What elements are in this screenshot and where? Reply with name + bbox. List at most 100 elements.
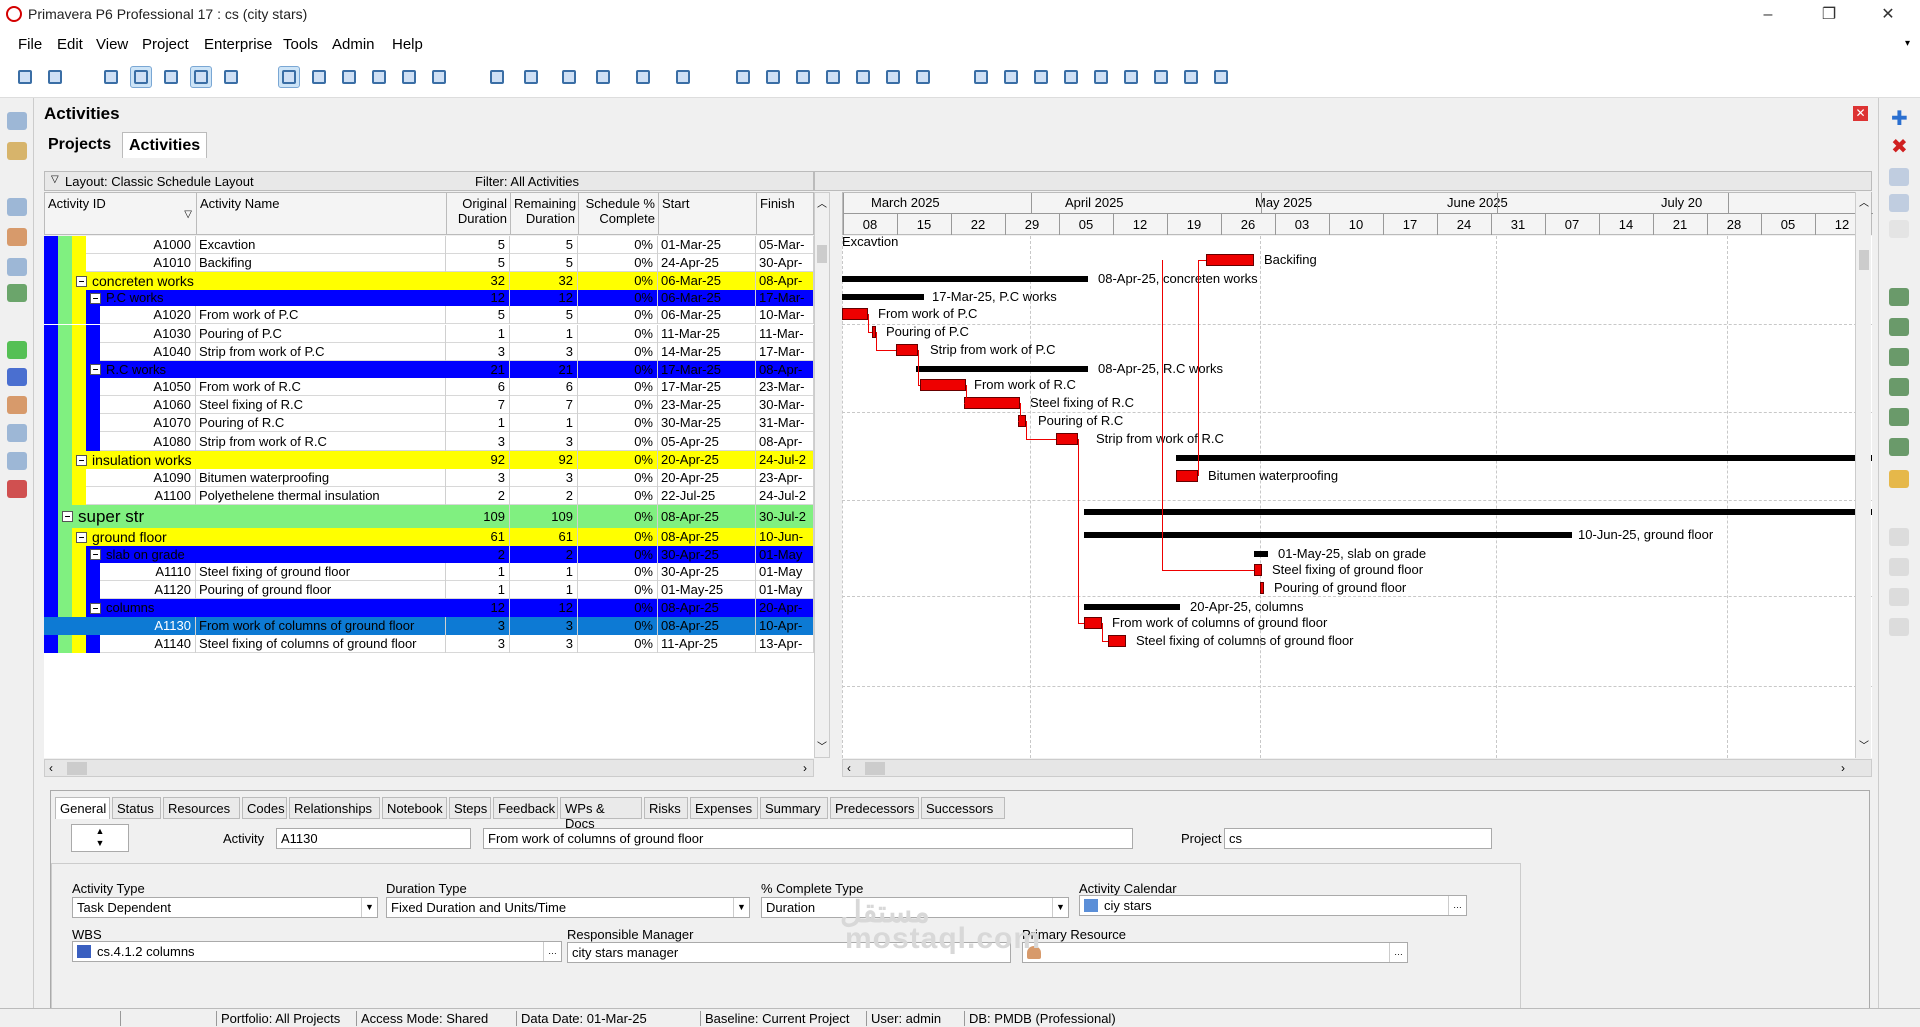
layout-name[interactable]: Layout: Classic Schedule Layout bbox=[65, 174, 254, 189]
filter-icon[interactable] bbox=[592, 66, 614, 88]
timescale-icon[interactable] bbox=[632, 66, 654, 88]
duration-type-select[interactable]: Fixed Duration and Units/Time ▼ bbox=[386, 897, 750, 918]
sidebar-chart-icon[interactable] bbox=[7, 284, 27, 302]
assign-resource-icon[interactable] bbox=[1889, 288, 1909, 306]
sidebar-tracking-icon[interactable] bbox=[7, 198, 27, 216]
col-activity-name[interactable]: Activity Name bbox=[197, 193, 447, 235]
hash-icon[interactable] bbox=[672, 66, 694, 88]
activity-row[interactable]: A1120 Pouring of ground floor 1 1 0% 01-May-2… bbox=[44, 581, 814, 599]
tab-activities[interactable]: Activities bbox=[122, 132, 208, 158]
sidebar-docs-icon[interactable] bbox=[7, 424, 27, 442]
group-sort-icon[interactable] bbox=[486, 66, 508, 88]
resource-profile-icon[interactable] bbox=[338, 66, 360, 88]
close-window-icon[interactable]: ✕ bbox=[1873, 4, 1903, 26]
activity-details-icon[interactable] bbox=[278, 66, 300, 88]
wbs-field[interactable]: cs.4.1.2 columns… bbox=[72, 941, 562, 962]
notebook-icon[interactable] bbox=[1889, 470, 1909, 488]
move-right-icon[interactable] bbox=[1889, 618, 1909, 636]
menu-help[interactable]: Help bbox=[392, 36, 423, 53]
col-original-duration[interactable]: Original Duration bbox=[447, 193, 511, 235]
summary-bar[interactable] bbox=[1254, 551, 1268, 557]
activity-row[interactable]: A1110 Steel fixing of ground floor 1 1 0% 30-… bbox=[44, 563, 814, 581]
detail-tab-resources[interactable]: Resources bbox=[163, 797, 240, 819]
detail-tab-codes[interactable]: Codes bbox=[242, 797, 287, 819]
activity-row[interactable]: A1140 Steel fixing of columns of ground f… bbox=[44, 635, 814, 653]
collapse-icon[interactable]: – bbox=[76, 531, 87, 543]
activity-row[interactable]: A1130 From work of columns of ground floo… bbox=[44, 617, 814, 635]
gantt-horizontal-scrollbar[interactable]: ‹ › bbox=[842, 759, 1872, 777]
grid-horizontal-scrollbar[interactable]: ‹ › bbox=[44, 759, 814, 777]
activity-bar[interactable] bbox=[1206, 254, 1254, 266]
assignments-icon[interactable] bbox=[368, 66, 390, 88]
assign-role-icon[interactable] bbox=[1889, 318, 1909, 336]
move-left-icon[interactable] bbox=[1889, 588, 1909, 606]
collapse-icon[interactable]: – bbox=[90, 602, 101, 614]
summary-bar[interactable] bbox=[1084, 532, 1572, 538]
browse-icon[interactable]: … bbox=[543, 942, 561, 961]
recalculate-icon[interactable] bbox=[912, 66, 934, 88]
grid-vertical-scrollbar[interactable]: ︿ ﹀ bbox=[814, 192, 830, 758]
activity-bar[interactable] bbox=[1254, 564, 1262, 576]
comment-icon[interactable] bbox=[1150, 66, 1172, 88]
summary-bar[interactable] bbox=[842, 276, 1088, 282]
activity-row[interactable]: A1080 Strip from work of R.C 3 3 0% 05-Apr-25… bbox=[44, 432, 814, 451]
summary-bar[interactable] bbox=[1084, 604, 1180, 610]
collapse-icon[interactable]: – bbox=[62, 511, 73, 522]
activity-bar[interactable] bbox=[1084, 617, 1102, 629]
collapse-icon[interactable]: – bbox=[76, 275, 87, 287]
col-activity-id[interactable]: Activity ID ▽ bbox=[45, 193, 197, 235]
apply-actuals-icon[interactable] bbox=[792, 66, 814, 88]
activity-row[interactable]: A1090 Bitumen waterproofing 3 3 0% 20-Apr-25 2… bbox=[44, 469, 814, 487]
activity-row[interactable]: A1030 Pouring of P.C 1 1 0% 11-Mar-25 11-Mar- bbox=[44, 325, 814, 343]
menu-enterprise[interactable]: Enterprise bbox=[204, 36, 272, 53]
wbs-row[interactable]: – slab on grade 2 2 0% 30-Apr-25 01-May bbox=[44, 546, 814, 563]
activity-bar[interactable] bbox=[842, 308, 868, 320]
histogram-icon[interactable] bbox=[398, 66, 420, 88]
split-view-icon[interactable] bbox=[1060, 66, 1082, 88]
activity-bar[interactable] bbox=[1260, 582, 1264, 594]
activity-name-field[interactable]: From work of columns of ground floor bbox=[483, 828, 1133, 849]
chevron-down-icon[interactable]: ▼ bbox=[361, 898, 377, 917]
sidebar-users-icon[interactable] bbox=[7, 396, 27, 414]
collapse-icon[interactable]: – bbox=[76, 454, 87, 466]
paste-icon[interactable] bbox=[1889, 220, 1909, 238]
activity-bar[interactable] bbox=[920, 379, 966, 391]
wbs-row[interactable]: – insulation works 92 92 0% 20-Apr-25 24-Jul-2 bbox=[44, 451, 814, 469]
collapse-icon[interactable]: – bbox=[90, 292, 101, 304]
wbs-row[interactable]: – P.C works 12 12 0% 06-Mar-25 17-Mar- bbox=[44, 290, 814, 306]
detail-tab-status[interactable]: Status bbox=[112, 797, 161, 819]
sort-icon[interactable]: ▽ bbox=[184, 207, 192, 222]
print-preview-icon[interactable] bbox=[44, 66, 66, 88]
activity-bar[interactable] bbox=[896, 344, 918, 356]
detail-tab-successors[interactable]: Successors bbox=[921, 797, 1005, 819]
menu-view[interactable]: View bbox=[96, 36, 128, 53]
network-icon[interactable] bbox=[160, 66, 182, 88]
menu-overflow-icon[interactable]: ▾ bbox=[1905, 38, 1910, 49]
print-icon[interactable] bbox=[14, 66, 36, 88]
minimize-icon[interactable]: – bbox=[1753, 4, 1783, 26]
menu-file[interactable]: File bbox=[18, 36, 42, 53]
columns-icon[interactable] bbox=[520, 66, 542, 88]
activity-row[interactable]: A1060 Steel fixing of R.C 7 7 0% 23-Mar-25 30-… bbox=[44, 396, 814, 414]
detail-tab-predecessors[interactable]: Predecessors bbox=[830, 797, 919, 819]
activity-row[interactable]: A1010 Backifing 5 5 0% 24-Apr-25 30-Apr- bbox=[44, 254, 814, 272]
cut-icon[interactable] bbox=[1889, 168, 1909, 186]
wbs-row[interactable]: – columns 12 12 0% 08-Apr-25 20-Apr- bbox=[44, 599, 814, 617]
detail-tab-expenses[interactable]: Expenses bbox=[690, 797, 758, 819]
menu-tools[interactable]: Tools bbox=[283, 36, 318, 53]
layout-dropdown-icon[interactable]: ▽ bbox=[51, 174, 59, 185]
browse-icon[interactable]: … bbox=[1389, 943, 1407, 962]
detail-tab-risks[interactable]: Risks bbox=[644, 797, 688, 819]
activity-calendar-field[interactable]: ciy stars… bbox=[1079, 895, 1467, 916]
detail-tab-summary[interactable]: Summary bbox=[760, 797, 828, 819]
layout-options-icon[interactable] bbox=[428, 66, 450, 88]
activity-type-select[interactable]: Task Dependent ▼ bbox=[72, 897, 378, 918]
assign-step-icon[interactable] bbox=[1889, 438, 1909, 456]
detail-tab-general[interactable]: General bbox=[55, 797, 110, 819]
summary-bar[interactable] bbox=[1084, 509, 1872, 515]
col-schedule-complete[interactable]: Schedule % Complete bbox=[579, 193, 659, 235]
wbs-row[interactable]: – ground floor 61 61 0% 08-Apr-25 10-Jun- bbox=[44, 528, 814, 546]
menu-admin[interactable]: Admin bbox=[332, 36, 375, 53]
sidebar-assignments-icon[interactable] bbox=[7, 368, 27, 386]
summarize-icon[interactable] bbox=[852, 66, 874, 88]
